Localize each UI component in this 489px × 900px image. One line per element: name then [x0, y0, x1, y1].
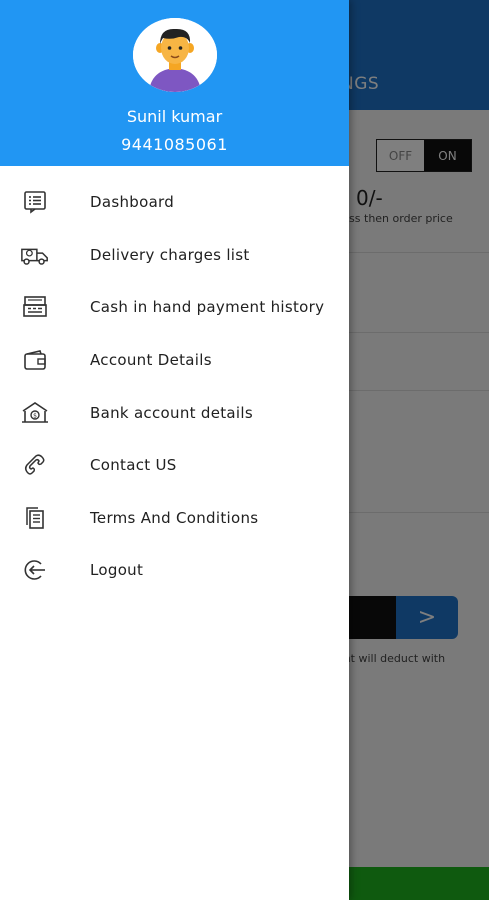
- menu-item-label: Dashboard: [90, 193, 175, 212]
- menu-item-label: Account Details: [90, 351, 212, 370]
- menu-item-label: Contact US: [90, 456, 177, 475]
- menu-item-label: Cash in hand payment history: [90, 298, 325, 317]
- drawer-header: Sunil kumar 9441085061: [0, 0, 349, 166]
- user-phone: 9441085061: [121, 135, 228, 154]
- user-name: Sunil kumar: [126, 107, 223, 126]
- menu-item-delivery-charges[interactable]: Delivery charges list: [0, 229, 349, 282]
- menu-item-account-details[interactable]: Account Details: [0, 334, 349, 387]
- menu-item-bank-details[interactable]: $ Bank account details: [0, 386, 349, 439]
- phone-icon: [20, 452, 50, 478]
- delivery-truck-icon: [20, 242, 50, 268]
- menu-item-label: Bank account details: [90, 403, 253, 422]
- avatar[interactable]: [133, 18, 217, 92]
- wallet-icon: [20, 347, 50, 373]
- menu-item-contact-us[interactable]: Contact US: [0, 439, 349, 492]
- menu-item-logout[interactable]: Logout: [0, 544, 349, 597]
- documents-icon: [20, 505, 50, 531]
- drawer-menu: Dashboard Delivery charges list Cash in …: [0, 166, 349, 597]
- dashboard-list-icon: [20, 189, 50, 215]
- menu-item-cash-history[interactable]: Cash in hand payment history: [0, 281, 349, 334]
- svg-text:$: $: [33, 412, 37, 419]
- bank-icon: $: [20, 400, 50, 426]
- user-avatar-icon: [133, 18, 217, 92]
- menu-item-label: Logout: [90, 561, 144, 580]
- menu-item-label: Terms And Conditions: [90, 508, 259, 527]
- logout-icon: [20, 557, 50, 583]
- navigation-drawer: Sunil kumar 9441085061 Dashboard Deliver…: [0, 0, 349, 900]
- menu-item-dashboard[interactable]: Dashboard: [0, 176, 349, 229]
- menu-item-terms[interactable]: Terms And Conditions: [0, 492, 349, 545]
- menu-item-label: Delivery charges list: [90, 245, 250, 264]
- cash-register-icon: [20, 294, 50, 320]
